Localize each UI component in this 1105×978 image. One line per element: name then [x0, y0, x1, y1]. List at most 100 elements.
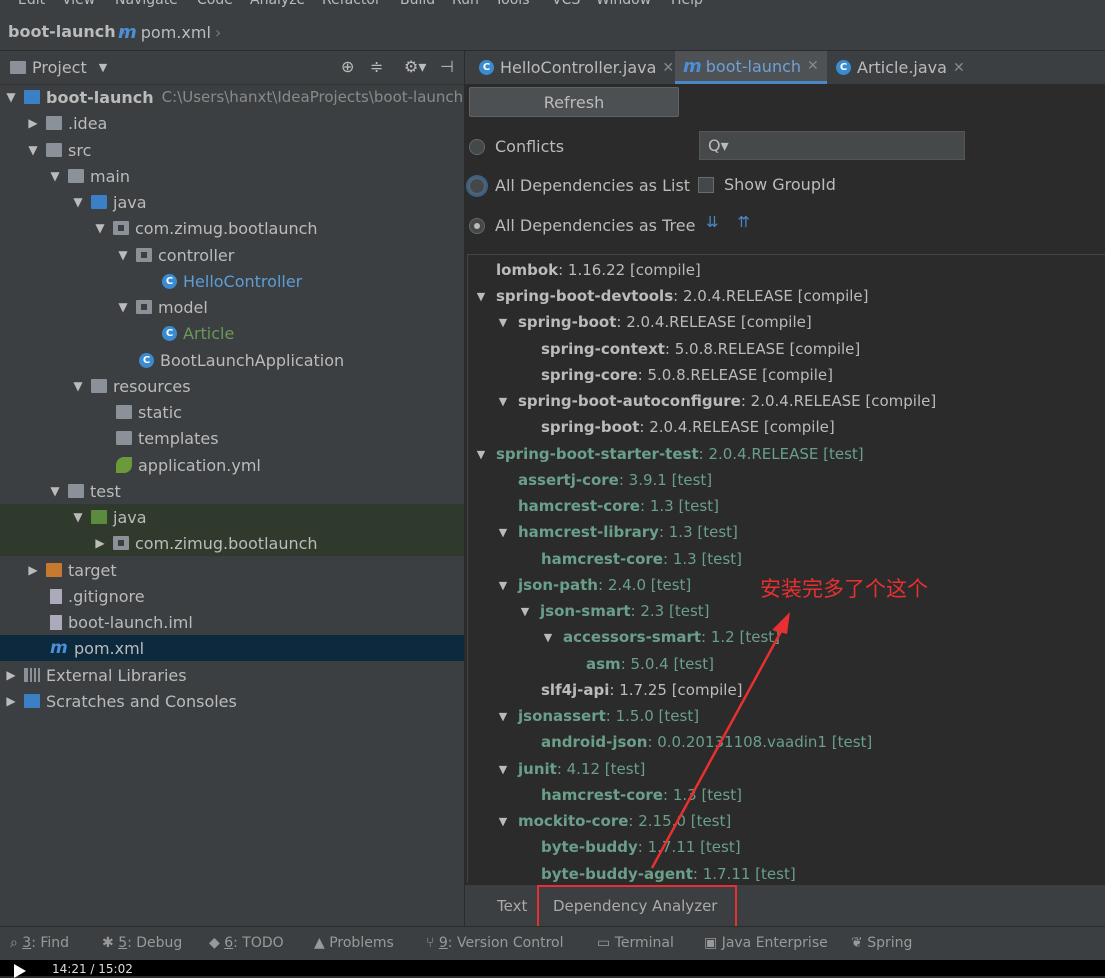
breadcrumb-project[interactable]: boot-launch › — [8, 22, 126, 41]
expanded-arrow-icon[interactable]: ▼ — [71, 379, 85, 393]
locate-icon[interactable]: ⊕ — [341, 57, 354, 76]
dependency-row[interactable]: ▼ spring-boot-starter-test : 2.0.4.RELEAS… — [474, 443, 864, 465]
menu-window[interactable]: Window — [596, 0, 651, 8]
tree-item-model[interactable]: ▼ model — [0, 294, 464, 320]
tree-item-pom-xml[interactable]: m pom.xml — [0, 635, 464, 661]
collapsed-arrow-icon[interactable]: ▶ — [4, 668, 18, 682]
expanded-arrow-icon[interactable]: ▼ — [48, 484, 62, 498]
tree-item-external-libraries[interactable]: ▶ External Libraries — [0, 662, 464, 688]
java-enterprise-tool-button[interactable]: ▣ Java Enterprise — [704, 935, 828, 951]
menu-help[interactable]: Help — [671, 0, 703, 8]
expanded-arrow-icon[interactable]: ▼ — [116, 248, 130, 262]
dependency-row[interactable]: assertj-core : 3.9.1 [test] — [518, 469, 712, 491]
collapsed-arrow-icon[interactable]: ▶ — [93, 536, 107, 550]
project-view-selector[interactable]: Project ▼ — [10, 58, 107, 77]
expanded-arrow-icon[interactable]: ▼ — [518, 605, 532, 618]
problems-tool-button[interactable]: ▲ Problems — [314, 935, 394, 951]
tree-item-controller[interactable]: ▼ controller — [0, 242, 464, 268]
tree-item-boot-launch[interactable]: ▼ boot-launch C:\Users\hanxt\IdeaProject… — [0, 84, 464, 110]
tree-item-idea[interactable]: ▶ .idea — [0, 110, 464, 136]
all-deps-list-radio[interactable]: All Dependencies as List — [469, 176, 690, 195]
expanded-arrow-icon[interactable]: ▼ — [541, 631, 555, 644]
tree-item-package[interactable]: ▼ com.zimug.bootlaunch — [0, 215, 464, 241]
close-icon[interactable]: ✕ — [953, 60, 965, 76]
expanded-arrow-icon[interactable]: ▼ — [496, 395, 510, 408]
dependency-row[interactable]: ▼ accessors-smart : 1.2 [test] — [541, 626, 780, 648]
collapsed-arrow-icon[interactable]: ▶ — [26, 116, 40, 130]
dependency-row[interactable]: asm : 5.0.4 [test] — [586, 653, 714, 675]
dependency-row[interactable]: hamcrest-core : 1.3 [test] — [541, 548, 742, 570]
spring-tool-button[interactable]: ❦ Spring — [851, 935, 912, 951]
collapse-all-icon[interactable]: ⇈ — [737, 213, 750, 231]
dependency-row[interactable]: ▼ json-path : 2.4.0 [test] — [496, 574, 692, 596]
dependency-row[interactable]: ▼ hamcrest-library : 1.3 [test] — [496, 521, 738, 543]
dependency-row[interactable]: ▼ junit : 4.12 [test] — [496, 758, 646, 780]
todo-tool-button[interactable]: ◆ 6: TODO — [209, 935, 284, 951]
expanded-arrow-icon[interactable]: ▼ — [496, 815, 510, 828]
menu-tools[interactable]: Tools — [495, 0, 530, 8]
menu-analyze[interactable]: Analyze — [250, 0, 305, 8]
find-tool-button[interactable]: ⌕ 3: Find — [10, 935, 69, 951]
tree-item-gitignore[interactable]: .gitignore — [0, 583, 464, 609]
dependency-row[interactable]: ▼ mockito-core : 2.15.0 [test] — [496, 810, 731, 832]
tab-article[interactable]: C Article.java ✕ — [828, 51, 973, 84]
tree-item-java[interactable]: ▼ java — [0, 189, 464, 215]
tree-item-static[interactable]: static — [0, 399, 464, 425]
close-icon[interactable]: ✕ — [807, 58, 819, 74]
collapsed-arrow-icon[interactable]: ▶ — [4, 694, 18, 708]
dependency-row[interactable]: ▼ spring-boot-devtools : 2.0.4.RELEASE [c… — [474, 285, 869, 307]
all-deps-tree-radio[interactable]: All Dependencies as Tree — [469, 216, 695, 235]
expanded-arrow-icon[interactable]: ▼ — [93, 221, 107, 235]
tree-item-templates[interactable]: templates — [0, 425, 464, 451]
tab-text[interactable]: Text — [497, 897, 527, 915]
hide-panel-icon[interactable]: ⊣ — [440, 57, 454, 76]
expanded-arrow-icon[interactable]: ▼ — [474, 290, 488, 303]
tree-item-application-yml[interactable]: application.yml — [0, 452, 464, 478]
dependency-row[interactable]: spring-core : 5.0.8.RELEASE [compile] — [541, 364, 833, 386]
tree-item-bootlaunchapplication[interactable]: C BootLaunchApplication — [0, 347, 464, 373]
expanded-arrow-icon[interactable]: ▼ — [4, 90, 18, 104]
expanded-arrow-icon[interactable]: ▼ — [496, 579, 510, 592]
conflicts-radio[interactable]: Conflicts — [469, 137, 564, 156]
gear-icon[interactable]: ⚙▾ — [404, 57, 426, 76]
dependency-row[interactable]: android-json : 0.0.20131108.vaadin1 [tes… — [541, 731, 872, 753]
dependency-row[interactable]: ▼ json-smart : 2.3 [test] — [518, 600, 710, 622]
dependency-row[interactable]: ▼ spring-boot-autoconfigure : 2.0.4.RELEA… — [496, 390, 936, 412]
expanded-arrow-icon[interactable]: ▼ — [496, 526, 510, 539]
dependency-row[interactable]: ▼ jsonassert : 1.5.0 [test] — [496, 705, 699, 727]
menu-build[interactable]: Build — [400, 0, 435, 8]
expanded-arrow-icon[interactable]: ▼ — [26, 143, 40, 157]
tree-item-test[interactable]: ▼ test — [0, 478, 464, 504]
dependency-row[interactable]: lombok : 1.16.22 [compile] — [496, 259, 701, 281]
menu-view[interactable]: View — [62, 0, 95, 8]
debug-tool-button[interactable]: ✱ 5: Debug — [102, 935, 182, 951]
tab-hellocontroller[interactable]: C HelloController.java ✕ — [471, 51, 682, 84]
tab-boot-launch[interactable]: m boot-launch ✕ — [675, 51, 827, 84]
collapse-all-icon[interactable]: ≑ — [370, 57, 383, 76]
tree-item-resources[interactable]: ▼ resources — [0, 373, 464, 399]
tree-item-main[interactable]: ▼ main — [0, 163, 464, 189]
refresh-button[interactable]: Refresh — [469, 87, 679, 117]
terminal-tool-button[interactable]: ▭ Terminal — [597, 935, 674, 951]
menu-code[interactable]: Code — [197, 0, 233, 8]
expanded-arrow-icon[interactable]: ▼ — [496, 763, 510, 776]
tree-item-test-java[interactable]: ▼ java — [0, 504, 464, 530]
menu-run[interactable]: Run — [452, 0, 479, 8]
expanded-arrow-icon[interactable]: ▼ — [496, 710, 510, 723]
close-icon[interactable]: ✕ — [662, 60, 674, 76]
tree-item-test-package[interactable]: ▶ com.zimug.bootlaunch — [0, 530, 464, 556]
menu-refactor[interactable]: Refactor — [322, 0, 381, 8]
expand-all-icon[interactable]: ⇊ — [706, 213, 719, 231]
search-input[interactable]: Q▾ — [699, 131, 965, 160]
expanded-arrow-icon[interactable]: ▼ — [71, 510, 85, 524]
dependency-row[interactable]: spring-context : 5.0.8.RELEASE [compile] — [541, 338, 860, 360]
collapsed-arrow-icon[interactable]: ▶ — [26, 563, 40, 577]
dependency-row[interactable]: slf4j-api : 1.7.25 [compile] — [541, 679, 743, 701]
menu-navigate[interactable]: Navigate — [115, 0, 178, 8]
dependency-row[interactable]: byte-buddy : 1.7.11 [test] — [541, 836, 741, 858]
vcs-tool-button[interactable]: ⑂ 9: Version Control — [426, 935, 564, 951]
tree-item-article[interactable]: C Article — [0, 320, 464, 346]
breadcrumb-file[interactable]: m pom.xml › — [118, 22, 221, 43]
tree-item-scratches[interactable]: ▶ Scratches and Consoles — [0, 688, 464, 714]
menu-edit[interactable]: Edit — [18, 0, 45, 8]
